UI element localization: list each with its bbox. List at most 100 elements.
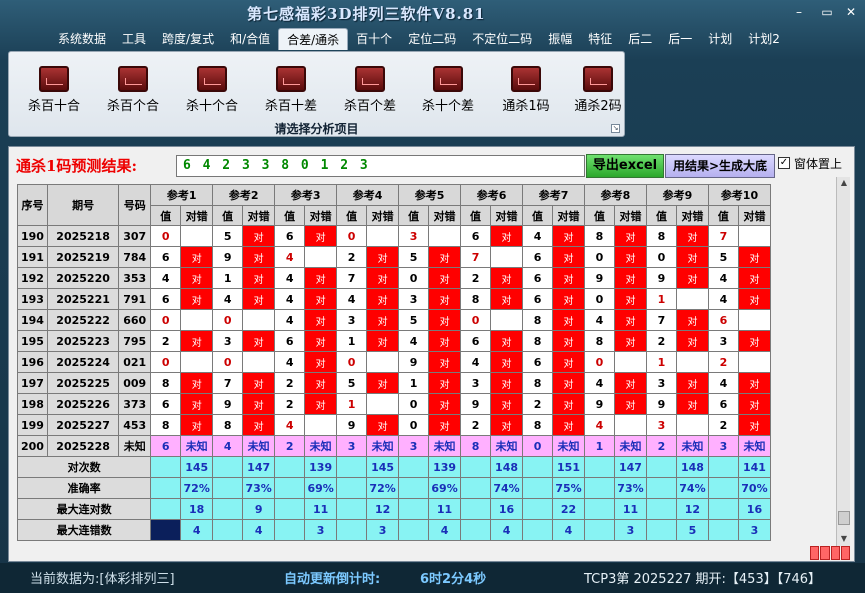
stats-label: 准确率 (16, 477, 152, 499)
menu-item-4[interactable]: 合差/通杀 (278, 28, 349, 50)
ribbon-button-3[interactable]: 杀百十差 (256, 66, 326, 114)
ribbon-button-5[interactable]: 杀十个差 (413, 66, 483, 114)
ribbon-button-4[interactable]: 杀百个差 (335, 66, 405, 114)
subheader-hit: 对错 (613, 205, 647, 226)
stats-spacer (212, 519, 244, 541)
always-on-top-checkbox[interactable]: ✓ (778, 157, 790, 169)
stats-value: 145 (180, 456, 214, 478)
close-button[interactable]: ✕ (842, 4, 860, 20)
menu-item-10[interactable]: 后二 (620, 28, 660, 50)
ribbon-expand-icon[interactable]: ↘ (611, 124, 620, 133)
vertical-scrollbar[interactable]: ▲ ▼ (836, 177, 850, 547)
ref-value: 6 (707, 309, 739, 331)
draw-result-status: TCP3第 2025227 期开:【453】【746】 (584, 572, 822, 587)
ref-value: 6 (460, 225, 492, 247)
ref-hit-cell: 对 (737, 372, 772, 394)
menu-item-5[interactable]: 百十个 (348, 28, 400, 50)
header-period: 期号 (46, 184, 120, 226)
table-row[interactable]: 191 2025219 784 6 对 9 对 4 2 对 5 对 7 6 对 0 对 0 对 5 对 (17, 246, 772, 268)
stats-spacer (460, 456, 492, 478)
menu-item-2[interactable]: 跨度/复式 (154, 28, 222, 50)
ref-value: 4 (460, 351, 492, 373)
ref-hit-cell: 对 (242, 393, 276, 415)
stats-value: 73% (242, 477, 276, 499)
ribbon-button-7[interactable]: 通杀2码 (563, 66, 633, 114)
ref-value: 4 (584, 309, 615, 331)
row-seq: 197 (17, 372, 48, 394)
ref-value: 9 (460, 393, 492, 415)
table-row[interactable]: 198 2025226 373 6 对 9 对 2 对 1 0 对 9 对 2 对 9 对 9 对 6 对 (17, 393, 772, 415)
row-period: 2025221 (46, 288, 120, 310)
table-row[interactable]: 199 2025227 453 8 对 8 对 4 9 对 0 对 2 对 8 对 4 3 2 对 (17, 414, 772, 436)
ref-hit-cell: 对 (180, 414, 214, 436)
ref-value: 4 (150, 267, 182, 289)
restore-button[interactable]: ▭ (818, 4, 836, 20)
ribbon-button-label: 杀百个差 (343, 99, 396, 114)
prediction-result-field[interactable]: 6 4 2 3 3 8 0 1 2 3 (176, 155, 585, 177)
row-number: 307 (118, 225, 152, 247)
ref-value: 0 (150, 225, 182, 247)
stats-value: 147 (613, 456, 647, 478)
table-row[interactable]: 194 2025222 660 0 0 4 对 3 对 5 对 0 8 对 4 对 7 对 6 (17, 309, 772, 331)
ref-hit-cell: 对 (490, 225, 524, 247)
ribbon-button-6[interactable]: 通杀1码 (491, 66, 561, 114)
ref-value: 4 (707, 372, 739, 394)
ref-hit-cell (242, 309, 276, 331)
ref-unknown: 未知 (613, 435, 647, 457)
always-on-top-label: 窗体置上 (794, 157, 843, 171)
export-excel-button[interactable]: 导出excel (586, 154, 664, 178)
stats-spacer (336, 456, 368, 478)
table-row[interactable]: 192 2025220 353 4 对 1 对 4 对 7 对 0 对 2 对 6 对 9 对 9 对 4 对 (17, 267, 772, 289)
scroll-down-icon[interactable]: ▼ (837, 533, 851, 545)
menu-item-6[interactable]: 定位二码 (400, 28, 464, 50)
menu-item-3[interactable]: 和/合值 (222, 28, 278, 50)
ref-value: 8 (584, 225, 615, 247)
menu-item-9[interactable]: 特征 (580, 28, 620, 50)
menu-item-13[interactable]: 计划2 (740, 28, 788, 50)
menu-item-12[interactable]: 计划 (700, 28, 740, 50)
table-row[interactable]: 195 2025223 795 2 对 3 对 6 对 1 对 4 对 6 对 8 对 8 对 2 对 3 对 (17, 330, 772, 352)
row-seq: 199 (17, 414, 48, 436)
ribbon-button-1[interactable]: 杀百个合 (98, 66, 168, 114)
subheader-value: 值 (584, 205, 615, 226)
ref-value: 8 (150, 372, 182, 394)
ref-hit-cell: 对 (613, 372, 647, 394)
table-row[interactable]: 190 2025218 307 0 5 对 6 对 0 3 6 对 4 对 8 对 8 对 7 (17, 225, 772, 247)
menu-item-0[interactable]: 系统数据 (50, 28, 114, 50)
minimize-button[interactable]: – (790, 4, 808, 20)
stats-spacer (212, 456, 244, 478)
subheader-value: 值 (645, 205, 677, 226)
menu-item-8[interactable]: 振幅 (540, 28, 580, 50)
row-period: 2025225 (46, 372, 120, 394)
scroll-up-icon[interactable]: ▲ (837, 177, 851, 189)
table-row[interactable]: 193 2025221 791 6 对 4 对 4 对 4 对 3 对 8 对 6 对 0 对 1 4 对 (17, 288, 772, 310)
ref-hit-cell: 对 (366, 288, 400, 310)
menu-item-11[interactable]: 后一 (660, 28, 700, 50)
result-panel: 通杀1码预测结果: 6 4 2 3 3 8 0 1 2 3 导出excel 用结… (8, 146, 855, 562)
ribbon-button-0[interactable]: 杀百十合 (19, 66, 89, 114)
ref-hit-cell: 对 (551, 330, 586, 352)
table-row[interactable]: 197 2025225 009 8 对 7 对 2 对 5 对 1 对 3 对 8 对 4 对 3 对 4 对 (17, 372, 772, 394)
ref-hit-cell (242, 351, 276, 373)
ref-value: 0 (398, 414, 430, 436)
stats-value: 3 (304, 519, 338, 541)
ref-hit-cell: 对 (613, 267, 647, 289)
menu-item-7[interactable]: 不定位二码 (464, 28, 540, 50)
scroll-thumb[interactable] (838, 511, 850, 525)
ref-hit-cell: 对 (675, 372, 709, 394)
generate-base-button[interactable]: 用结果>生成大底 (665, 154, 775, 178)
stats-row: 最大连错数 4 4 3 3 4 4 4 3 5 3 (16, 519, 772, 541)
ref-hit-cell: 对 (675, 393, 709, 415)
table-row-pending[interactable]: 200 2025228 未知 6 未知 4 未知 2 未知 3 未知 3 未知 8 未知 0 未知 1 未知 2 未知 3… (17, 435, 772, 457)
ribbon-button-2[interactable]: 杀十个合 (177, 66, 247, 114)
ref-value: 8 (150, 414, 182, 436)
row-seq: 193 (17, 288, 48, 310)
stats-value: 74% (675, 477, 709, 499)
table-row[interactable]: 196 2025224 021 0 0 4 对 0 9 对 4 对 6 对 0 1 2 (17, 351, 772, 373)
row-period: 2025219 (46, 246, 120, 268)
stats-spacer (274, 498, 306, 520)
ref-hit-cell (366, 351, 400, 373)
stats-value: 4 (551, 519, 586, 541)
menu-item-1[interactable]: 工具 (114, 28, 154, 50)
stats-spacer (645, 519, 677, 541)
